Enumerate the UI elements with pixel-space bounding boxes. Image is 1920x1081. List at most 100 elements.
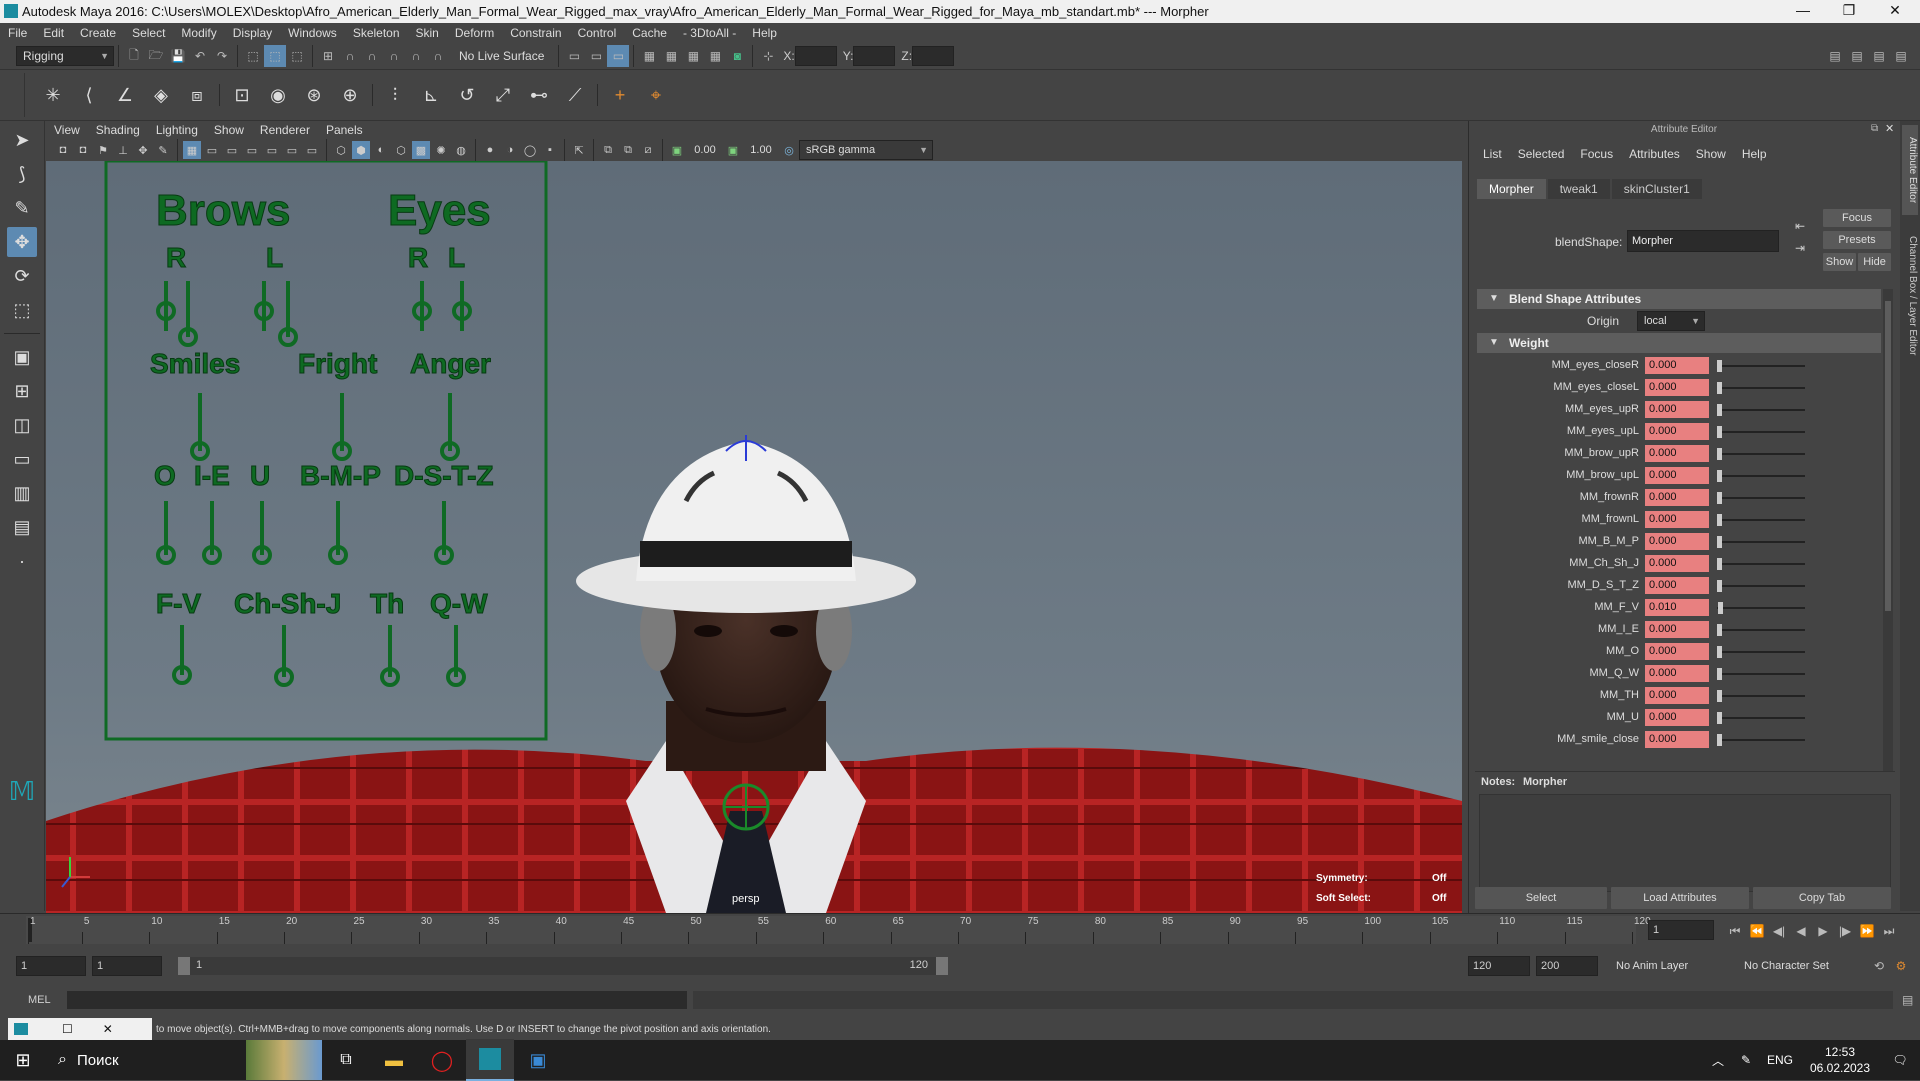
weight-slider-thumb[interactable] (1717, 580, 1722, 592)
constraint-point-icon[interactable]: ⊾ (416, 80, 446, 110)
maya-taskbar-icon[interactable] (466, 1039, 514, 1081)
textured-icon[interactable]: ▩ (412, 141, 430, 159)
weight-slider-thumb[interactable] (1717, 404, 1722, 416)
image-plane-icon[interactable]: ⊥ (114, 141, 132, 159)
weight-value-field[interactable]: 0.000 (1645, 731, 1709, 748)
menu-constrain[interactable]: Constrain (502, 23, 569, 43)
weight-slider[interactable] (1717, 668, 1805, 680)
notes-textbox[interactable] (1479, 794, 1891, 892)
weight-slider[interactable] (1717, 580, 1805, 592)
menu-create[interactable]: Create (72, 23, 124, 43)
select-button[interactable]: Select (1475, 887, 1607, 909)
weight-slider[interactable] (1717, 404, 1805, 416)
single-perspective-layout-icon[interactable]: ▣ (7, 342, 37, 372)
weight-value-field[interactable]: 0.000 (1645, 687, 1709, 704)
weight-slider-thumb[interactable] (1717, 712, 1722, 724)
shadows-icon[interactable]: ◍ (452, 141, 470, 159)
select-tool-icon[interactable]: ➤ (7, 125, 37, 155)
save-scene-icon[interactable]: 💾 (167, 45, 189, 67)
weight-slider[interactable] (1717, 360, 1805, 372)
transform-mode-icon[interactable]: ⊹ (757, 45, 779, 67)
menu-3dtoall[interactable]: - 3DtoAll - (675, 23, 744, 43)
rotate-tool-icon[interactable]: ⟳ (7, 261, 37, 291)
weight-slider-thumb[interactable] (1717, 602, 1723, 614)
menu-cache[interactable]: Cache (624, 23, 675, 43)
gamma-value[interactable]: 1.00 (743, 144, 779, 156)
paint-select-tool-icon[interactable]: ✎ (7, 193, 37, 223)
cmd-language-label[interactable]: MEL (28, 994, 51, 1006)
menu-deform[interactable]: Deform (447, 23, 502, 43)
anim-end-field[interactable]: 200 (1536, 956, 1598, 976)
weight-value-field[interactable]: 0.000 (1645, 401, 1709, 418)
menu-modify[interactable]: Modify (173, 23, 224, 43)
hypershade-icon[interactable]: ◙ (726, 45, 748, 67)
weight-value-field[interactable]: 0.000 (1645, 577, 1709, 594)
weight-slider-thumb[interactable] (1717, 690, 1722, 702)
step-back-key-icon[interactable]: ⏪ (1746, 920, 1768, 942)
hide-button[interactable]: Hide (1858, 253, 1891, 271)
side-tab-attribute-editor[interactable]: Attribute Editor (1902, 125, 1918, 215)
grease-pencil-icon[interactable]: ✎ (154, 141, 172, 159)
blend-shape-icon[interactable]: ⊛ (299, 80, 329, 110)
constraint-parent-icon[interactable]: ⫶ (380, 80, 410, 110)
safe-action-icon[interactable]: ▭ (283, 141, 301, 159)
step-forward-frame-icon[interactable]: |▶ (1834, 920, 1856, 942)
weight-slider[interactable] (1717, 514, 1805, 526)
two-d-pan-icon[interactable]: ✥ (134, 141, 152, 159)
lattice-icon[interactable]: ◉ (263, 80, 293, 110)
render-settings-icon[interactable]: ▦ (704, 45, 726, 67)
vp-menu-panels[interactable]: Panels (318, 121, 371, 139)
vp-menu-renderer[interactable]: Renderer (252, 121, 318, 139)
menu-edit[interactable]: Edit (35, 23, 72, 43)
field-chart-icon[interactable]: ▭ (263, 141, 281, 159)
menu-display[interactable]: Display (225, 23, 280, 43)
weight-value-field[interactable]: 0.000 (1645, 445, 1709, 462)
weight-slider-thumb[interactable] (1717, 382, 1722, 394)
go-to-end-icon[interactable]: ⏭ (1878, 920, 1900, 942)
weight-slider-thumb[interactable] (1717, 492, 1722, 504)
wireframe-icon[interactable]: ⬡ (332, 141, 350, 159)
weight-value-field[interactable]: 0.000 (1645, 533, 1709, 550)
ik-handle-icon[interactable]: ⟨ (74, 80, 104, 110)
current-frame-field[interactable]: 1 (1648, 920, 1714, 940)
windows-start-icon[interactable]: ⊞ (0, 1050, 46, 1071)
notifications-icon[interactable]: 🗨 (1880, 1053, 1920, 1067)
weight-slider[interactable] (1717, 426, 1805, 438)
ae-menu-list[interactable]: List (1475, 143, 1510, 165)
gamma-icon[interactable]: ▣ (724, 141, 742, 159)
weight-value-field[interactable]: 0.000 (1645, 511, 1709, 528)
weight-slider-thumb[interactable] (1717, 734, 1722, 746)
script-editor-icon[interactable]: ▤ (1897, 989, 1919, 1011)
go-to-start-icon[interactable]: ⏮ (1724, 920, 1746, 942)
weight-slider[interactable] (1717, 602, 1805, 614)
render-view-icon[interactable]: ▦ (638, 45, 660, 67)
render-current-icon[interactable]: ▦ (660, 45, 682, 67)
move-tool-icon[interactable]: ✥ (7, 227, 37, 257)
wireframe-on-shaded-icon[interactable]: ⬡ (392, 141, 410, 159)
perspective-viewport[interactable]: Brows Eyes R L R L Smiles Fright Anger O… (46, 161, 1462, 913)
motion-blur-icon[interactable]: ◑ (501, 141, 519, 159)
opera-icon[interactable]: ◯ (418, 1048, 466, 1073)
use-lights-icon[interactable]: ✺ (432, 141, 450, 159)
ambient-occlusion-icon[interactable]: ● (481, 141, 499, 159)
x-field[interactable] (794, 46, 837, 66)
play-forward-icon[interactable]: ▶ (1812, 920, 1834, 942)
grid-icon[interactable]: ▦ (183, 141, 201, 159)
ae-menu-help[interactable]: Help (1734, 143, 1775, 165)
weight-slider-thumb[interactable] (1717, 624, 1722, 636)
select-camera-icon[interactable]: ◘ (54, 141, 72, 159)
playback-end-field[interactable]: 120 (1468, 956, 1530, 976)
y-field[interactable] (853, 46, 896, 66)
weight-slider-thumb[interactable] (1717, 668, 1722, 680)
weight-value-field[interactable]: 0.000 (1645, 357, 1709, 374)
notes-area[interactable]: Notes: Morpher (1475, 771, 1895, 896)
construction-history-icon[interactable]: ▭ (585, 45, 607, 67)
attribute-editor-toggle-icon[interactable]: ▤ (1846, 45, 1868, 67)
show-hidden-icons-icon[interactable]: ︿ (1704, 1052, 1732, 1069)
snap-live-icon[interactable]: ∩ (427, 45, 449, 67)
film-gate-icon[interactable]: ▭ (203, 141, 221, 159)
presets-button[interactable]: Presets (1823, 231, 1891, 249)
vp-menu-shading[interactable]: Shading (88, 121, 148, 139)
persp-outliner-layout-icon[interactable]: ◫ (7, 410, 37, 440)
ae-menu-attributes[interactable]: Attributes (1621, 143, 1688, 165)
